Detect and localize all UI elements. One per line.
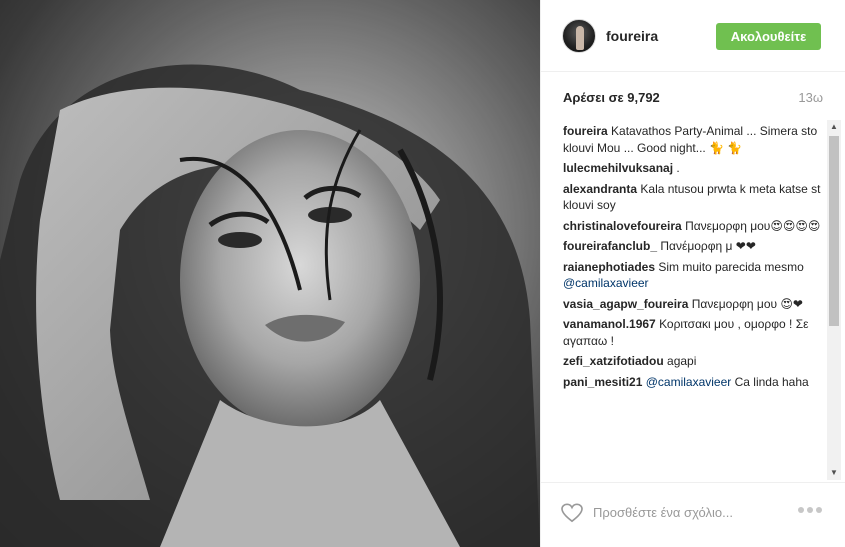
post-footer <box>541 482 845 547</box>
comment-username[interactable]: vasia_agapw_foureira <box>563 297 688 311</box>
avatar[interactable] <box>562 19 596 53</box>
comment-text: Πανεμορφη μου😍😍😍😍 <box>685 218 821 233</box>
comment-text: Πανέμορφη μ ❤❤ <box>660 239 756 253</box>
comment-item: zefi_xatzifotiadou agapi <box>563 353 825 370</box>
comment-username[interactable]: raianephotiades <box>563 260 655 274</box>
comment-username[interactable]: lulecmehilvuksanaj <box>563 161 673 175</box>
comment-text: Sim muito parecida mesmo <box>658 259 804 274</box>
heart-icon[interactable] <box>561 503 583 523</box>
comment-item: pani_mesiti21 @camilaxavieer Ca linda ha… <box>563 374 825 391</box>
comment-mention-link[interactable]: @camilaxavieer <box>646 375 732 389</box>
comment-item: raianephotiades Sim muito parecida mesmo… <box>563 259 825 292</box>
post-header: foureira Ακολουθείτε <box>541 0 845 72</box>
comment-username[interactable]: foureira <box>563 124 608 138</box>
comment-username[interactable]: alexandranta <box>563 182 637 196</box>
comment-username[interactable]: pani_mesiti21 <box>563 375 642 389</box>
comment-item: lulecmehilvuksanaj . <box>563 160 825 177</box>
comment-mention-link[interactable]: @camilaxavieer <box>563 276 649 290</box>
post-sidebar: foureira Ακολουθείτε Αρέσει σε 9,792 13ω… <box>540 0 845 547</box>
comment-item: alexandranta Kala ntusou prwta k meta ka… <box>563 181 825 214</box>
header-username[interactable]: foureira <box>606 28 658 44</box>
comments-list: foureira Katavathos Party-Animal ... Sim… <box>563 123 825 479</box>
portrait-image <box>0 0 540 547</box>
scroll-down-arrow-icon[interactable]: ▼ <box>827 466 841 480</box>
post-photo <box>0 0 540 547</box>
more-options-icon[interactable] <box>797 505 823 515</box>
add-comment-input[interactable] <box>593 501 783 523</box>
likes-count[interactable]: Αρέσει σε 9,792 <box>563 90 660 105</box>
comment-item: foureirafanclub_ Πανέμορφη μ ❤❤ <box>563 238 825 255</box>
scrollbar-thumb[interactable] <box>829 136 839 326</box>
comment-text: Πανεμορφη μου 😍❤ <box>691 296 803 311</box>
avatar-figure <box>576 26 584 50</box>
comment-text: . <box>676 161 680 175</box>
likes-row: Αρέσει σε 9,792 13ω <box>563 90 823 108</box>
comment-item: foureira Katavathos Party-Animal ... Sim… <box>563 123 825 156</box>
post-time-ago[interactable]: 13ω <box>798 90 823 105</box>
following-button[interactable]: Ακολουθείτε <box>716 23 821 50</box>
comment-username[interactable]: christinalovefoureira <box>563 219 682 233</box>
comment-text: agapi <box>667 354 697 368</box>
scroll-up-arrow-icon[interactable]: ▲ <box>827 120 841 134</box>
comment-item: vasia_agapw_foureira Πανεμορφη μου 😍❤ <box>563 296 825 313</box>
comments-scrollbar[interactable]: ▲ ▼ <box>827 120 841 480</box>
comment-username[interactable]: zefi_xatzifotiadou <box>563 354 664 368</box>
comment-item: christinalovefoureira Πανεμορφη μου😍😍😍😍 <box>563 218 825 235</box>
comment-username[interactable]: vanamanol.1967 <box>563 317 656 331</box>
comment-username[interactable]: foureirafanclub_ <box>563 239 657 253</box>
comment-text: Ca linda haha <box>734 374 809 389</box>
comment-item: vanamanol.1967 Κοριτσακι μου , ομορφο ! … <box>563 316 825 349</box>
